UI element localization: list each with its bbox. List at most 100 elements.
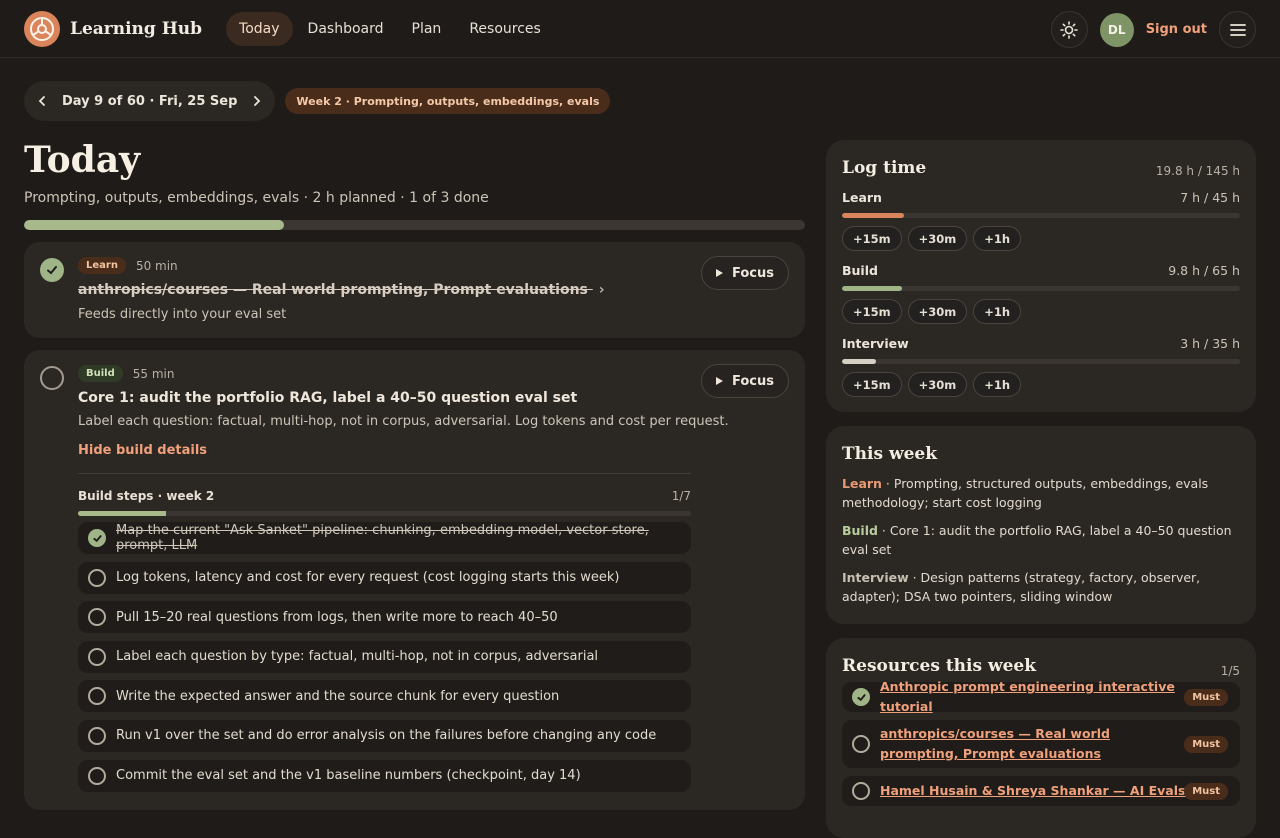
step-text: Log tokens, latency and cost for every r…: [116, 570, 620, 586]
focus-button[interactable]: Focus: [701, 364, 789, 398]
log-row-bar: [842, 286, 1240, 291]
this-week-learn: Learn · Prompting, structured outputs, e…: [842, 474, 1240, 512]
log-time-panel: Log time 19.8 h / 145 h Learn 7 h / 45 h …: [826, 140, 1256, 412]
theme-toggle-button[interactable]: [1050, 11, 1088, 48]
task-complete-toggle[interactable]: [40, 258, 64, 282]
step-text: Commit the eval set and the v1 baseline …: [116, 768, 581, 784]
divider: [78, 473, 691, 474]
log-row-value: 3 h / 35 h: [1180, 336, 1240, 351]
this-week-interview: Interview · Design patterns (strategy, f…: [842, 568, 1240, 606]
check-icon: [92, 534, 102, 542]
resources-panel: Resources this week 1/5 Anthropic prompt…: [826, 638, 1256, 838]
add-15m-button[interactable]: +15m: [842, 226, 902, 251]
task-complete-toggle[interactable]: [40, 366, 64, 390]
sign-out-link[interactable]: Sign out: [1146, 22, 1207, 37]
sun-icon: [1060, 20, 1078, 39]
log-row-bar: [842, 359, 1240, 364]
user-avatar[interactable]: DL: [1099, 12, 1134, 47]
this-week-build-text: · Core 1: audit the portfolio RAG, label…: [842, 523, 1232, 557]
chevron-left-icon[interactable]: [36, 95, 48, 107]
nav-dashboard[interactable]: Dashboard: [295, 12, 397, 46]
build-step[interactable]: Label each question by type: factual, mu…: [78, 640, 691, 673]
add-1h-button[interactable]: +1h: [973, 226, 1022, 251]
side-column: Log time 19.8 h / 145 h Learn 7 h / 45 h …: [826, 140, 1256, 838]
resource-link[interactable]: Hamel Husain & Shreya Shankar — AI Evals…: [880, 781, 1217, 801]
today-progress-fill: [24, 220, 285, 230]
build-steps-progress: [78, 511, 691, 516]
page-title: Today: [24, 139, 141, 181]
must-badge: Must: [1184, 735, 1228, 753]
step-checkbox[interactable]: [88, 726, 106, 745]
build-steps-progress-fill: [78, 511, 166, 516]
build-step[interactable]: Map the current "Ask Sanket" pipeline: c…: [78, 522, 691, 554]
task-meta: Learn 50 min: [78, 257, 178, 274]
build-step[interactable]: Write the expected answer and the source…: [78, 680, 691, 713]
play-icon: [716, 269, 724, 277]
focus-button[interactable]: Focus: [701, 256, 789, 290]
build-step[interactable]: Commit the eval set and the v1 baseline …: [78, 759, 691, 792]
task-title[interactable]: Core 1: audit the portfolio RAG, label a…: [78, 390, 577, 406]
log-row-value: 7 h / 45 h: [1180, 190, 1240, 205]
resource-checkbox[interactable]: [852, 688, 870, 706]
current-day-label: Day 9 of 60 · Fri, 25 Sep: [62, 93, 238, 109]
task-tag: Build: [78, 365, 123, 382]
add-15m-button[interactable]: +15m: [842, 372, 902, 397]
build-step[interactable]: Pull 15–20 real questions from logs, the…: [78, 601, 691, 634]
chevron-right-icon[interactable]: [251, 95, 263, 107]
log-time-total: 19.8 h / 145 h: [1155, 164, 1240, 178]
step-checkbox[interactable]: [88, 608, 106, 627]
nav-resources[interactable]: Resources: [456, 12, 554, 46]
add-1h-button[interactable]: +1h: [973, 372, 1022, 397]
log-row-bar-fill: [842, 213, 905, 218]
nav-today[interactable]: Today: [226, 11, 293, 46]
task-duration: 55 min: [132, 366, 175, 381]
task-duration: 50 min: [135, 258, 178, 273]
week-badge: Week 2 · Prompting, outputs, embeddings,…: [285, 88, 611, 114]
task-title-link[interactable]: anthropics/courses — Real world promptin…: [78, 282, 605, 298]
build-steps-count: 1/7: [671, 489, 691, 503]
add-30m-button[interactable]: +30m: [907, 226, 968, 251]
brand-name[interactable]: Learning Hub: [70, 19, 202, 39]
menu-button[interactable]: [1219, 11, 1256, 48]
log-row-name: Learn: [842, 190, 882, 205]
add-15m-button[interactable]: +15m: [842, 299, 902, 324]
nav-plan[interactable]: Plan: [399, 12, 455, 46]
check-icon: [47, 266, 57, 275]
check-icon: [856, 693, 866, 701]
step-checkbox[interactable]: [88, 529, 106, 547]
resource-link[interactable]: anthropics/courses — Real world promptin…: [880, 724, 1160, 764]
step-checkbox[interactable]: [88, 687, 106, 706]
task-description: Feeds directly into your eval set: [78, 307, 287, 322]
task-meta: Build 55 min: [78, 365, 174, 382]
build-step[interactable]: Run v1 over the set and do error analysi…: [78, 719, 691, 752]
step-text: Run v1 over the set and do error analysi…: [116, 728, 657, 744]
build-step[interactable]: Log tokens, latency and cost for every r…: [78, 561, 691, 594]
add-30m-button[interactable]: +30m: [907, 299, 968, 324]
this-week-interview-key: Interview: [842, 570, 909, 585]
step-checkbox[interactable]: [88, 568, 106, 587]
step-checkbox[interactable]: [88, 647, 106, 666]
build-steps-title: Build steps · week 2: [78, 489, 215, 503]
resource-item: Hamel Husain & Shreya Shankar — AI Evals…: [842, 776, 1240, 806]
must-badge: Must: [1184, 782, 1228, 800]
this-week-learn-text: · Prompting, structured outputs, embeddi…: [842, 476, 1209, 510]
learning-hub-logo[interactable]: [24, 10, 60, 47]
this-week-build-key: Build: [842, 523, 878, 538]
task-card-learn: Learn 50 min anthropics/courses — Real w…: [24, 242, 805, 338]
resource-checkbox[interactable]: [852, 735, 870, 753]
focus-label: Focus: [732, 373, 774, 389]
resource-link[interactable]: Anthropic prompt engineering interactive…: [880, 677, 1230, 717]
step-text: Write the expected answer and the source…: [116, 688, 560, 704]
day-navigator: Day 9 of 60 · Fri, 25 Sep Week 2 · Promp…: [24, 81, 611, 121]
log-row-learn: Learn 7 h / 45 h +15m +30m +1h: [842, 190, 1240, 251]
add-1h-button[interactable]: +1h: [973, 299, 1022, 324]
hide-build-details-link[interactable]: Hide build details: [78, 443, 207, 458]
log-row-value: 9.8 h / 65 h: [1168, 263, 1240, 278]
build-steps-header: Build steps · week 2 1/7: [78, 489, 691, 503]
day-pill: Day 9 of 60 · Fri, 25 Sep: [24, 81, 276, 121]
resource-checkbox[interactable]: [852, 782, 870, 800]
task-title-text: anthropics/courses — Real world promptin…: [78, 282, 588, 298]
focus-label: Focus: [732, 265, 774, 281]
step-checkbox[interactable]: [88, 766, 106, 785]
add-30m-button[interactable]: +30m: [907, 372, 968, 397]
